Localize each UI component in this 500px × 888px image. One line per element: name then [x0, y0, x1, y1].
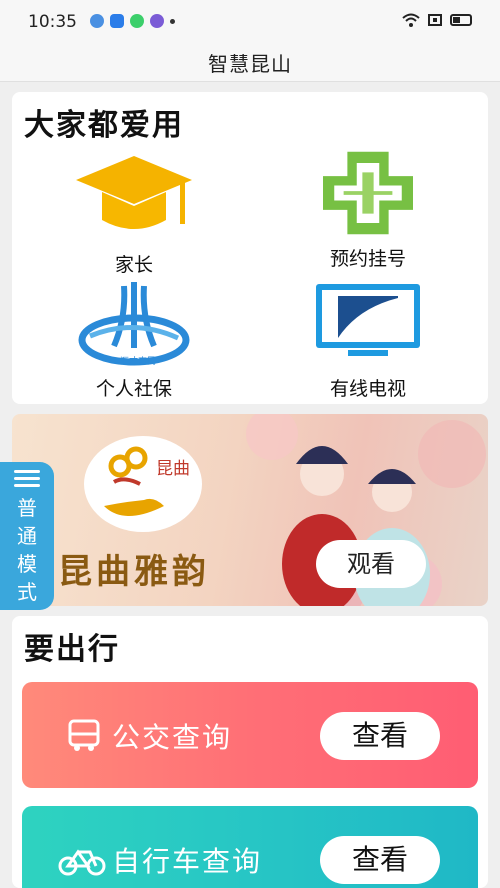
notification-icon [90, 14, 104, 28]
notification-icons [90, 14, 175, 28]
bus-query-label: 公交查询 [112, 721, 233, 754]
bike-check-button[interactable]: 查看 [320, 836, 440, 884]
menu-icon [14, 470, 40, 488]
social-security-logo-icon: 汇才惠民 [78, 282, 190, 367]
more-notifications-icon [170, 18, 175, 24]
service-label: 家长 [114, 254, 153, 276]
bike-query-label: 自行车查询 [112, 845, 263, 878]
bus-check-button[interactable]: 查看 [320, 712, 440, 760]
service-parent[interactable]: 家长 [54, 154, 214, 277]
logo-text: 昆曲 [156, 459, 190, 479]
travel-title: 要出行 [24, 632, 120, 667]
status-time: 10:35 [28, 12, 77, 32]
opera-mask-icon: 昆曲 [104, 446, 190, 516]
bicycle-icon [58, 849, 106, 876]
kunqu-banner[interactable]: 昆曲 昆曲雅韵 观看 [12, 414, 488, 606]
watch-button[interactable]: 观看 [316, 540, 426, 588]
service-appointment[interactable]: 预约挂号 [288, 148, 448, 271]
status-bar: 10:35 [0, 0, 500, 40]
favorites-title: 大家都爱用 [24, 108, 184, 143]
bus-query-bar[interactable]: 公交查询 查看 [22, 682, 478, 788]
svg-text:汇才惠民: 汇才惠民 [120, 355, 156, 367]
mode-switch-tab[interactable]: 普通模式 [0, 462, 54, 610]
medical-cross-icon [323, 151, 413, 235]
favorites-card: 大家都爱用 家长 预约挂号 汇才惠民 个人社保 有线电视 [12, 92, 488, 404]
banner-title: 昆曲雅韵 [58, 552, 210, 592]
system-icons [402, 13, 472, 27]
title-bar: 智慧昆山 [0, 40, 500, 82]
mode-label: 普通模式 [17, 496, 37, 604]
sim-icon [428, 14, 442, 26]
service-label: 有线电视 [329, 378, 406, 400]
service-cable-tv[interactable]: 有线电视 [288, 278, 448, 401]
kunqu-logo: 昆曲 [84, 436, 202, 532]
notification-icon [150, 14, 164, 28]
tv-icon [316, 284, 420, 356]
graduation-cap-icon [76, 156, 192, 229]
service-label: 预约挂号 [329, 248, 406, 270]
notification-icon [110, 14, 124, 28]
service-social-security[interactable]: 汇才惠民 个人社保 [54, 278, 214, 401]
bike-query-bar[interactable]: 自行车查询 查看 [22, 806, 478, 888]
page-title: 智慧昆山 [208, 52, 292, 76]
battery-icon [450, 14, 472, 26]
notification-icon [130, 14, 144, 28]
service-label: 个人社保 [95, 378, 172, 400]
wifi-icon [402, 13, 420, 27]
bus-icon [68, 719, 100, 751]
